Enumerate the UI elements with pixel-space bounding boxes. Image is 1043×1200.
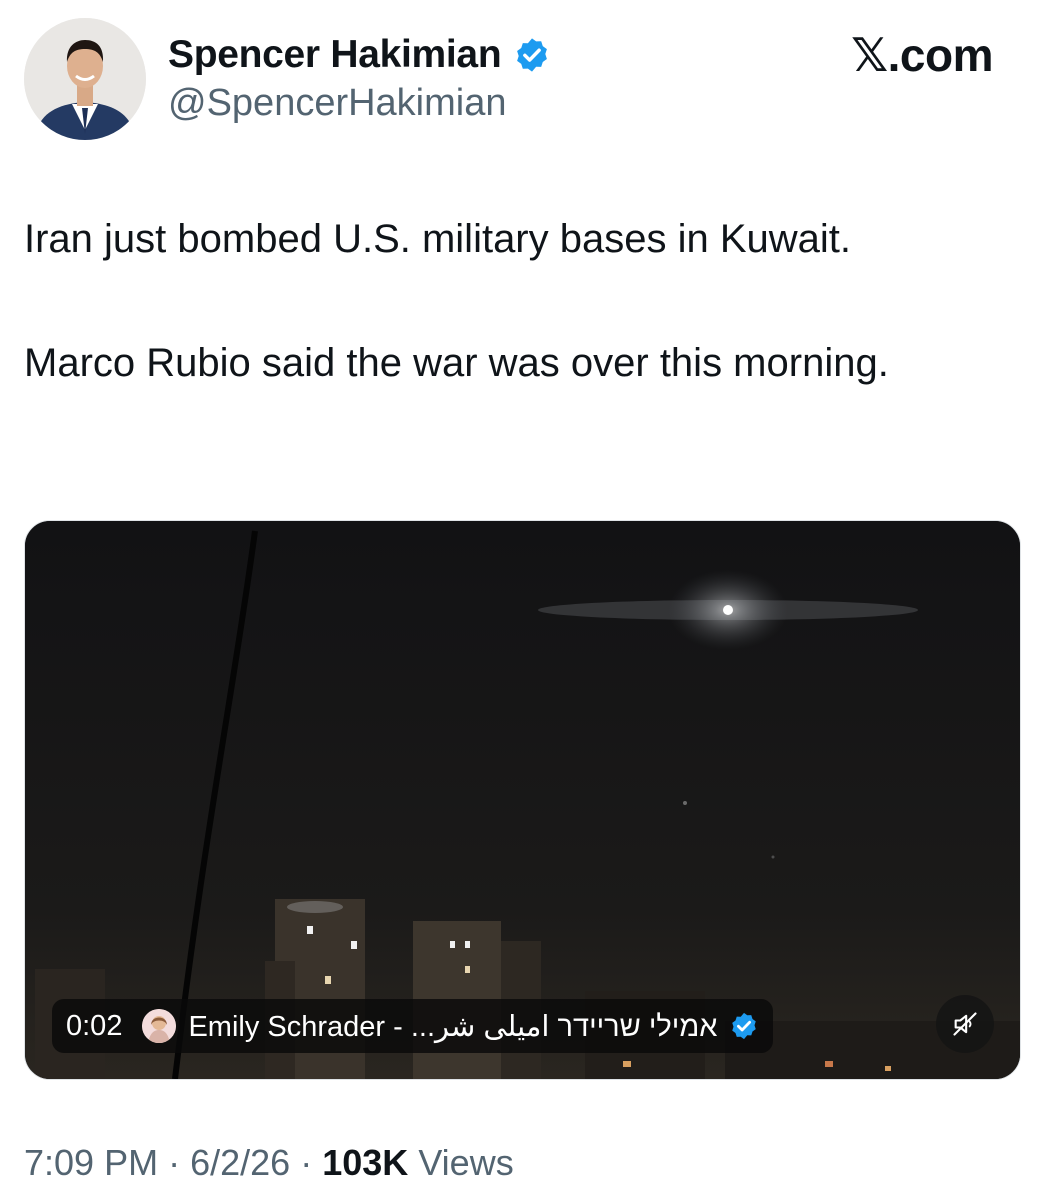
source-avatar-icon[interactable] — [142, 1009, 177, 1043]
tweet-date[interactable]: 6/2/26 — [190, 1142, 290, 1183]
author-name-row[interactable]: Spencer Hakimian — [168, 30, 551, 80]
tweet-text: Iran just bombed U.S. military bases in … — [24, 208, 1014, 394]
tweet-meta: 7:09 PM · 6/2/26 · 103K Views — [24, 1142, 514, 1184]
x-brand-logo: 𝕏.com — [851, 29, 993, 81]
video-timestamp: 0:02 — [66, 1009, 123, 1042]
video-info-bar: 0:02 Emily Schrader - ...אמילי שריידר ام… — [52, 999, 774, 1053]
speaker-muted-icon — [953, 1012, 977, 1036]
tweet-paragraph-1: Iran just bombed U.S. military bases in … — [24, 217, 852, 261]
author-display-name[interactable]: Spencer Hakimian — [168, 33, 502, 77]
tweet-time[interactable]: 7:09 PM — [24, 1142, 158, 1183]
video-frame-night-sky — [25, 521, 1020, 1079]
author-avatar[interactable] — [24, 18, 146, 140]
video-player[interactable]: 0:02 Emily Schrader - ...אמילי שריידר ام… — [24, 520, 1021, 1080]
video-source-name[interactable]: Emily Schrader - ...אמילי שריידר امیلی ش… — [188, 1009, 717, 1044]
mute-toggle-button[interactable] — [936, 995, 994, 1053]
source-verified-badge-icon — [732, 1012, 757, 1040]
tweet-paragraph-2: Marco Rubio said the war was over this m… — [24, 341, 889, 385]
views-label: Views — [418, 1142, 514, 1183]
author-handle[interactable]: @SpencerHakimian — [168, 82, 507, 125]
views-count[interactable]: 103K — [322, 1142, 408, 1183]
meta-separator: · — [300, 1142, 313, 1183]
meta-separator: · — [168, 1142, 181, 1183]
verified-badge-icon — [517, 38, 548, 72]
